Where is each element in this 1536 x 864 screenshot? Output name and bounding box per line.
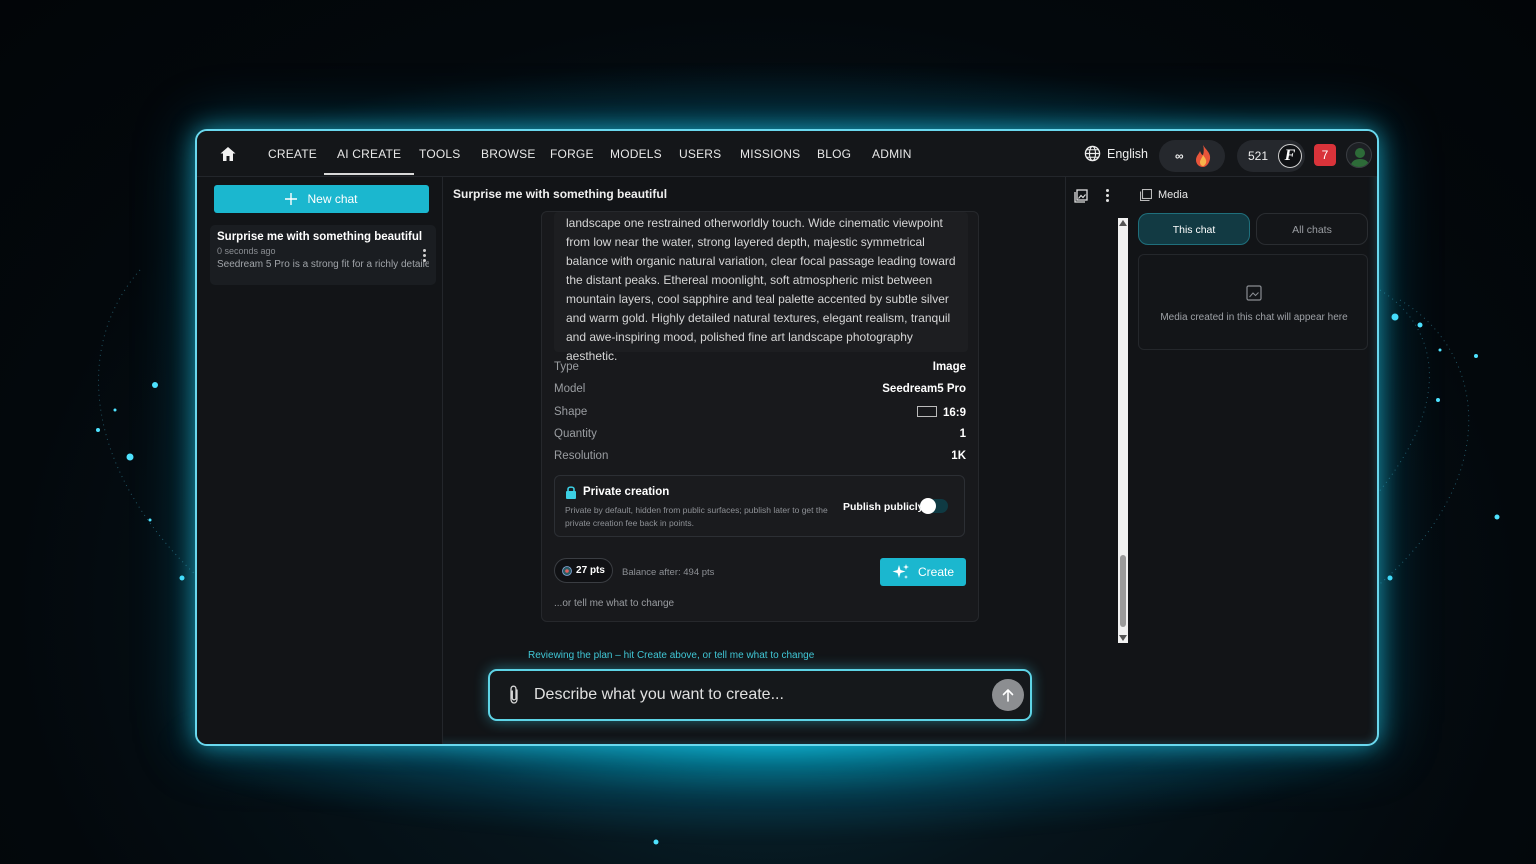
- globe-icon: [1084, 145, 1101, 162]
- media-title: Media: [1158, 189, 1188, 201]
- streak-pill[interactable]: ∞: [1159, 140, 1225, 172]
- nav-ai-create[interactable]: AI CREATE: [323, 131, 415, 177]
- panel-divider: [1065, 177, 1066, 744]
- language-label: English: [1107, 146, 1148, 161]
- arrow-up-icon: [1002, 689, 1014, 702]
- spec-label: Resolution: [554, 450, 609, 462]
- spec-value-wrap: 16:9: [916, 406, 966, 419]
- tab-all-chats[interactable]: All chats: [1256, 213, 1368, 245]
- nav-tools[interactable]: TOOLS: [419, 131, 460, 177]
- gallery-icon[interactable]: [1074, 189, 1088, 203]
- spec-value: 16:9: [942, 407, 966, 419]
- app-window: CREATE AI CREATE TOOLS BROWSE FORGE MODE…: [195, 129, 1379, 746]
- spec-shape-row: Shape 16:9: [554, 406, 966, 422]
- top-navigation: CREATE AI CREATE TOOLS BROWSE FORGE MODE…: [197, 131, 1377, 177]
- sparkle-icon: [892, 564, 909, 579]
- more-options-icon[interactable]: [1106, 189, 1109, 204]
- publish-publicly-toggle[interactable]: [920, 498, 948, 514]
- private-creation-title: Private creation: [583, 486, 670, 498]
- chat-options-icon[interactable]: [423, 249, 426, 264]
- spec-type-row: Type Image: [554, 361, 966, 377]
- publish-publicly-label: Publish publicly: [843, 501, 924, 513]
- spec-value: Image: [932, 361, 966, 373]
- profile-letter: F: [1284, 147, 1296, 164]
- nav-blog[interactable]: BLOG: [817, 131, 851, 177]
- spec-label: Model: [554, 383, 586, 395]
- chat-title: Surprise me with something beautiful: [453, 187, 668, 201]
- spec-value: Seedream5 Pro: [882, 383, 966, 395]
- media-header: Media: [1140, 189, 1188, 201]
- private-creation-panel: Private creation Private by default, hid…: [554, 475, 965, 537]
- home-icon[interactable]: [219, 145, 237, 163]
- new-chat-label: New chat: [307, 192, 358, 206]
- send-button[interactable]: [992, 679, 1024, 711]
- nav-forge[interactable]: FORGE: [550, 131, 594, 177]
- scroll-down-icon[interactable]: [1118, 634, 1128, 642]
- points-pill[interactable]: 521 F: [1237, 140, 1305, 172]
- fire-icon: [1195, 145, 1210, 167]
- aspect-ratio-icon: [916, 406, 937, 417]
- image-icon: [1246, 285, 1262, 301]
- media-empty-state: Media created in this chat will appear h…: [1138, 254, 1368, 350]
- cost-value: 27 pts: [576, 565, 605, 576]
- tell-me-link[interactable]: ...or tell me what to change: [554, 598, 674, 609]
- nav-missions[interactable]: MISSIONS: [740, 131, 800, 177]
- balance-after: Balance after: 494 pts: [622, 567, 715, 578]
- coin-icon: [562, 565, 572, 576]
- prompt-text: landscape one restrained otherworldly to…: [554, 212, 968, 363]
- language-selector[interactable]: English: [1084, 145, 1148, 162]
- create-button[interactable]: Create: [880, 558, 966, 586]
- plus-icon: [285, 193, 298, 205]
- nav-create[interactable]: CREATE: [268, 131, 317, 177]
- spec-label: Shape: [554, 406, 588, 418]
- prompt-input[interactable]: [534, 671, 974, 719]
- lock-icon: [566, 486, 576, 499]
- spec-model-row: Model Seedream5 Pro: [554, 383, 966, 399]
- user-avatar[interactable]: [1346, 142, 1372, 168]
- chat-composer: [488, 669, 1032, 721]
- paperclip-icon[interactable]: [508, 685, 520, 705]
- spec-quantity-row: Quantity 1: [554, 428, 966, 444]
- chat-item-title: Surprise me with something beautiful: [217, 231, 423, 243]
- media-empty-text: Media created in this chat will appear h…: [1160, 312, 1348, 323]
- chat-list-item[interactable]: Surprise me with something beautiful 0 s…: [210, 225, 436, 285]
- spec-resolution-row: Resolution 1K: [554, 450, 966, 466]
- media-icon: [1140, 189, 1152, 201]
- profile-letter-icon: F: [1278, 144, 1302, 168]
- new-chat-button[interactable]: New chat: [214, 185, 429, 213]
- create-label: Create: [917, 565, 955, 579]
- chat-item-preview: Seedream 5 Pro is a strong fit for a ric…: [217, 259, 429, 270]
- spec-value: 1K: [951, 450, 966, 462]
- spec-label: Type: [554, 361, 579, 373]
- chat-item-time: 0 seconds ago: [217, 246, 276, 256]
- nav-models[interactable]: MODELS: [610, 131, 662, 177]
- spec-value: 1: [959, 428, 966, 440]
- chat-sidebar: New chat Surprise me with something beau…: [197, 177, 443, 744]
- nav-browse[interactable]: BROWSE: [481, 131, 536, 177]
- notification-badge[interactable]: 7: [1314, 144, 1336, 166]
- streak-value: ∞: [1175, 149, 1184, 163]
- nav-admin[interactable]: ADMIN: [872, 131, 912, 177]
- scroll-up-icon[interactable]: [1118, 219, 1128, 227]
- private-creation-description: Private by default, hidden from public s…: [565, 505, 828, 528]
- nav-users[interactable]: USERS: [679, 131, 721, 177]
- spec-label: Quantity: [554, 428, 597, 440]
- review-hint: Reviewing the plan – hit Create above, o…: [528, 650, 815, 661]
- creation-plan-card: landscape one restrained otherworldly to…: [541, 211, 979, 622]
- tab-this-chat[interactable]: This chat: [1138, 213, 1250, 245]
- cost-pill: 27 pts: [554, 558, 613, 583]
- points-value: 521: [1248, 149, 1269, 163]
- scrollbar-thumb[interactable]: [1120, 555, 1126, 627]
- user-icon: [1350, 148, 1370, 167]
